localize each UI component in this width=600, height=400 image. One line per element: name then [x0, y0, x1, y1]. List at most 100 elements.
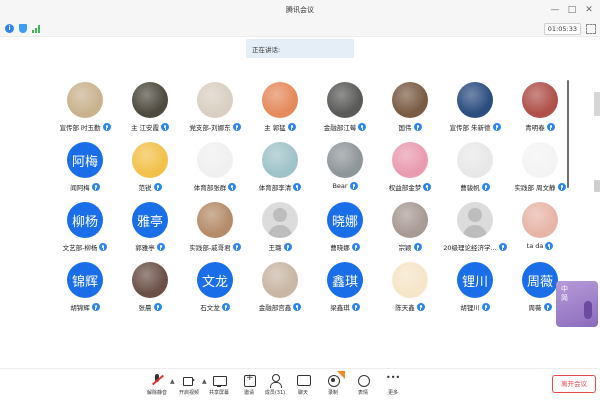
grid-scrollbar[interactable]	[567, 80, 569, 188]
window-controls: — □ ✕	[548, 3, 596, 16]
participant-tile[interactable]: 柳杨 文艺部-柳杨	[55, 202, 115, 262]
participant-tile[interactable]: Bear	[315, 142, 375, 202]
mic-icon	[351, 243, 360, 251]
participant-tile[interactable]: 党支部-刘娜东	[185, 82, 245, 142]
participant-name-row: 实践部-戚哥君	[179, 242, 251, 252]
more-button[interactable]: 更多	[377, 373, 409, 400]
participant-name-row: 金融部江莓	[309, 122, 381, 132]
mic-icon	[102, 123, 111, 131]
participant-tile[interactable]: 宗颖	[380, 202, 440, 262]
participant-name: 曹晓娜	[330, 244, 350, 252]
participant-avatar	[522, 202, 558, 238]
participant-name: 胡锂川	[460, 304, 480, 312]
participant-tile[interactable]: 体育部李清	[250, 142, 310, 202]
participant-avatar	[392, 262, 428, 298]
participant-name-row: 主 郭猛	[244, 122, 316, 132]
mute-button[interactable]: 解除静音	[141, 374, 173, 400]
video-label: 开启视频	[178, 390, 199, 396]
share-screen-button[interactable]: 共享屏幕	[203, 374, 235, 400]
participant-name: 王璐	[268, 244, 282, 252]
side-panel-handle[interactable]	[594, 92, 600, 116]
leave-meeting-button[interactable]: 离开会议	[552, 375, 596, 393]
chat-button[interactable]: 聊天	[287, 374, 319, 400]
mic-icon	[221, 303, 230, 311]
info-icon[interactable]: i	[5, 24, 14, 33]
participant-tile[interactable]: 雅亭 郭雅亭	[120, 202, 180, 262]
participant-name: 党支部-刘娜东	[189, 124, 231, 132]
chat-icon	[297, 374, 311, 387]
participant-tile[interactable]: 国伟	[380, 82, 440, 142]
participant-tile[interactable]: 金融部宫鑫	[250, 262, 310, 322]
participant-avatar	[392, 142, 428, 178]
participant-tile[interactable]: 主 郭猛	[250, 82, 310, 142]
video-button[interactable]: 开启视频	[173, 374, 205, 400]
participant-avatar: 锦辉	[67, 262, 103, 298]
participant-avatar	[197, 142, 233, 178]
mic-icon	[153, 183, 162, 191]
floating-widget[interactable]: 中 简	[556, 281, 598, 327]
participant-name: 宗颖	[398, 244, 412, 252]
status-bar: i 01:05:33	[0, 21, 600, 37]
participant-tile[interactable]: 权益部金梦	[380, 142, 440, 202]
participant-tile[interactable]: 实践部-戚哥君	[185, 202, 245, 262]
participant-tile[interactable]: 锂川 胡锂川	[445, 262, 505, 322]
mic-icon	[228, 183, 237, 191]
participant-avatar: 鑫琪	[327, 262, 363, 298]
more-icon	[386, 373, 400, 387]
participant-avatar	[262, 202, 298, 238]
participant-tile[interactable]: 张晨	[120, 262, 180, 322]
participant-name: 周薇	[528, 304, 542, 312]
record-icon	[327, 374, 340, 387]
participant-name: 胡锦辉	[70, 304, 90, 312]
participant-tile[interactable]: 曹骏帆	[445, 142, 505, 202]
participant-tile[interactable]: 陈天鑫	[380, 262, 440, 322]
widget-char-2: 简	[561, 294, 568, 302]
participant-tile[interactable]: 青明春	[510, 82, 570, 142]
mic-icon	[153, 303, 162, 311]
participant-avatar	[457, 82, 493, 118]
participant-tile[interactable]: 文龙 石文龙	[185, 262, 245, 322]
participant-avatar: 柳杨	[67, 202, 103, 238]
participant-name-row: 金融部宫鑫	[244, 302, 316, 312]
participant-avatar	[327, 142, 363, 178]
participant-tile[interactable]: 王璐	[250, 202, 310, 262]
mic-icon	[557, 183, 566, 191]
maximize-icon[interactable]: □	[565, 3, 579, 16]
participant-tile[interactable]: 实践部 周文静	[510, 142, 570, 202]
participant-name: 郭雅亭	[135, 244, 155, 252]
participant-tile[interactable]: 宣传部 时玉勤	[55, 82, 115, 142]
participant-name-row: Bear	[309, 182, 381, 190]
minimize-icon[interactable]: —	[548, 3, 562, 16]
participant-tile[interactable]: 主 江安霞	[120, 82, 180, 142]
chat-label: 聊天	[297, 390, 308, 396]
participant-name-row: 郭雅亭	[114, 242, 186, 252]
participant-tile[interactable]: 20级理论经济学...	[443, 202, 507, 262]
reactions-button[interactable]: 表情	[347, 374, 379, 400]
side-panel-handle-lower[interactable]	[594, 180, 600, 192]
lavender-icon	[584, 301, 592, 319]
participant-name: 陈天鑫	[395, 304, 415, 312]
shield-icon[interactable]	[19, 24, 27, 33]
participant-tile[interactable]: 宣传部 朱新德	[445, 82, 505, 142]
status-right: 01:05:33	[543, 23, 596, 35]
participant-tile[interactable]: 金融部江莓	[315, 82, 375, 142]
participant-name: 体育部张群	[193, 184, 227, 192]
participant-tile[interactable]: ta da	[510, 202, 570, 262]
participant-avatar	[327, 82, 363, 118]
close-icon[interactable]: ✕	[582, 3, 596, 16]
mic-icon	[492, 123, 501, 131]
participant-tile[interactable]: 范锐	[120, 142, 180, 202]
signal-icon[interactable]	[32, 24, 40, 33]
participant-tile[interactable]: 锦辉 胡锦辉	[55, 262, 115, 322]
participant-tile[interactable]: 阿梅 阎阿梅	[55, 142, 115, 202]
mic-icon	[543, 303, 552, 311]
mic-icon	[351, 303, 360, 311]
more-label: 更多	[387, 390, 398, 396]
participant-name-row: 宣传部 时玉勤	[49, 122, 121, 132]
participant-tile[interactable]: 鑫琪 梁鑫琪	[315, 262, 375, 322]
participant-tile[interactable]: 晓娜 曹晓娜	[315, 202, 375, 262]
fullscreen-icon[interactable]	[586, 24, 596, 34]
participant-tile[interactable]: 体育部张群	[185, 142, 245, 202]
participant-avatar	[457, 142, 493, 178]
participant-avatar: 雅亭	[132, 202, 168, 238]
